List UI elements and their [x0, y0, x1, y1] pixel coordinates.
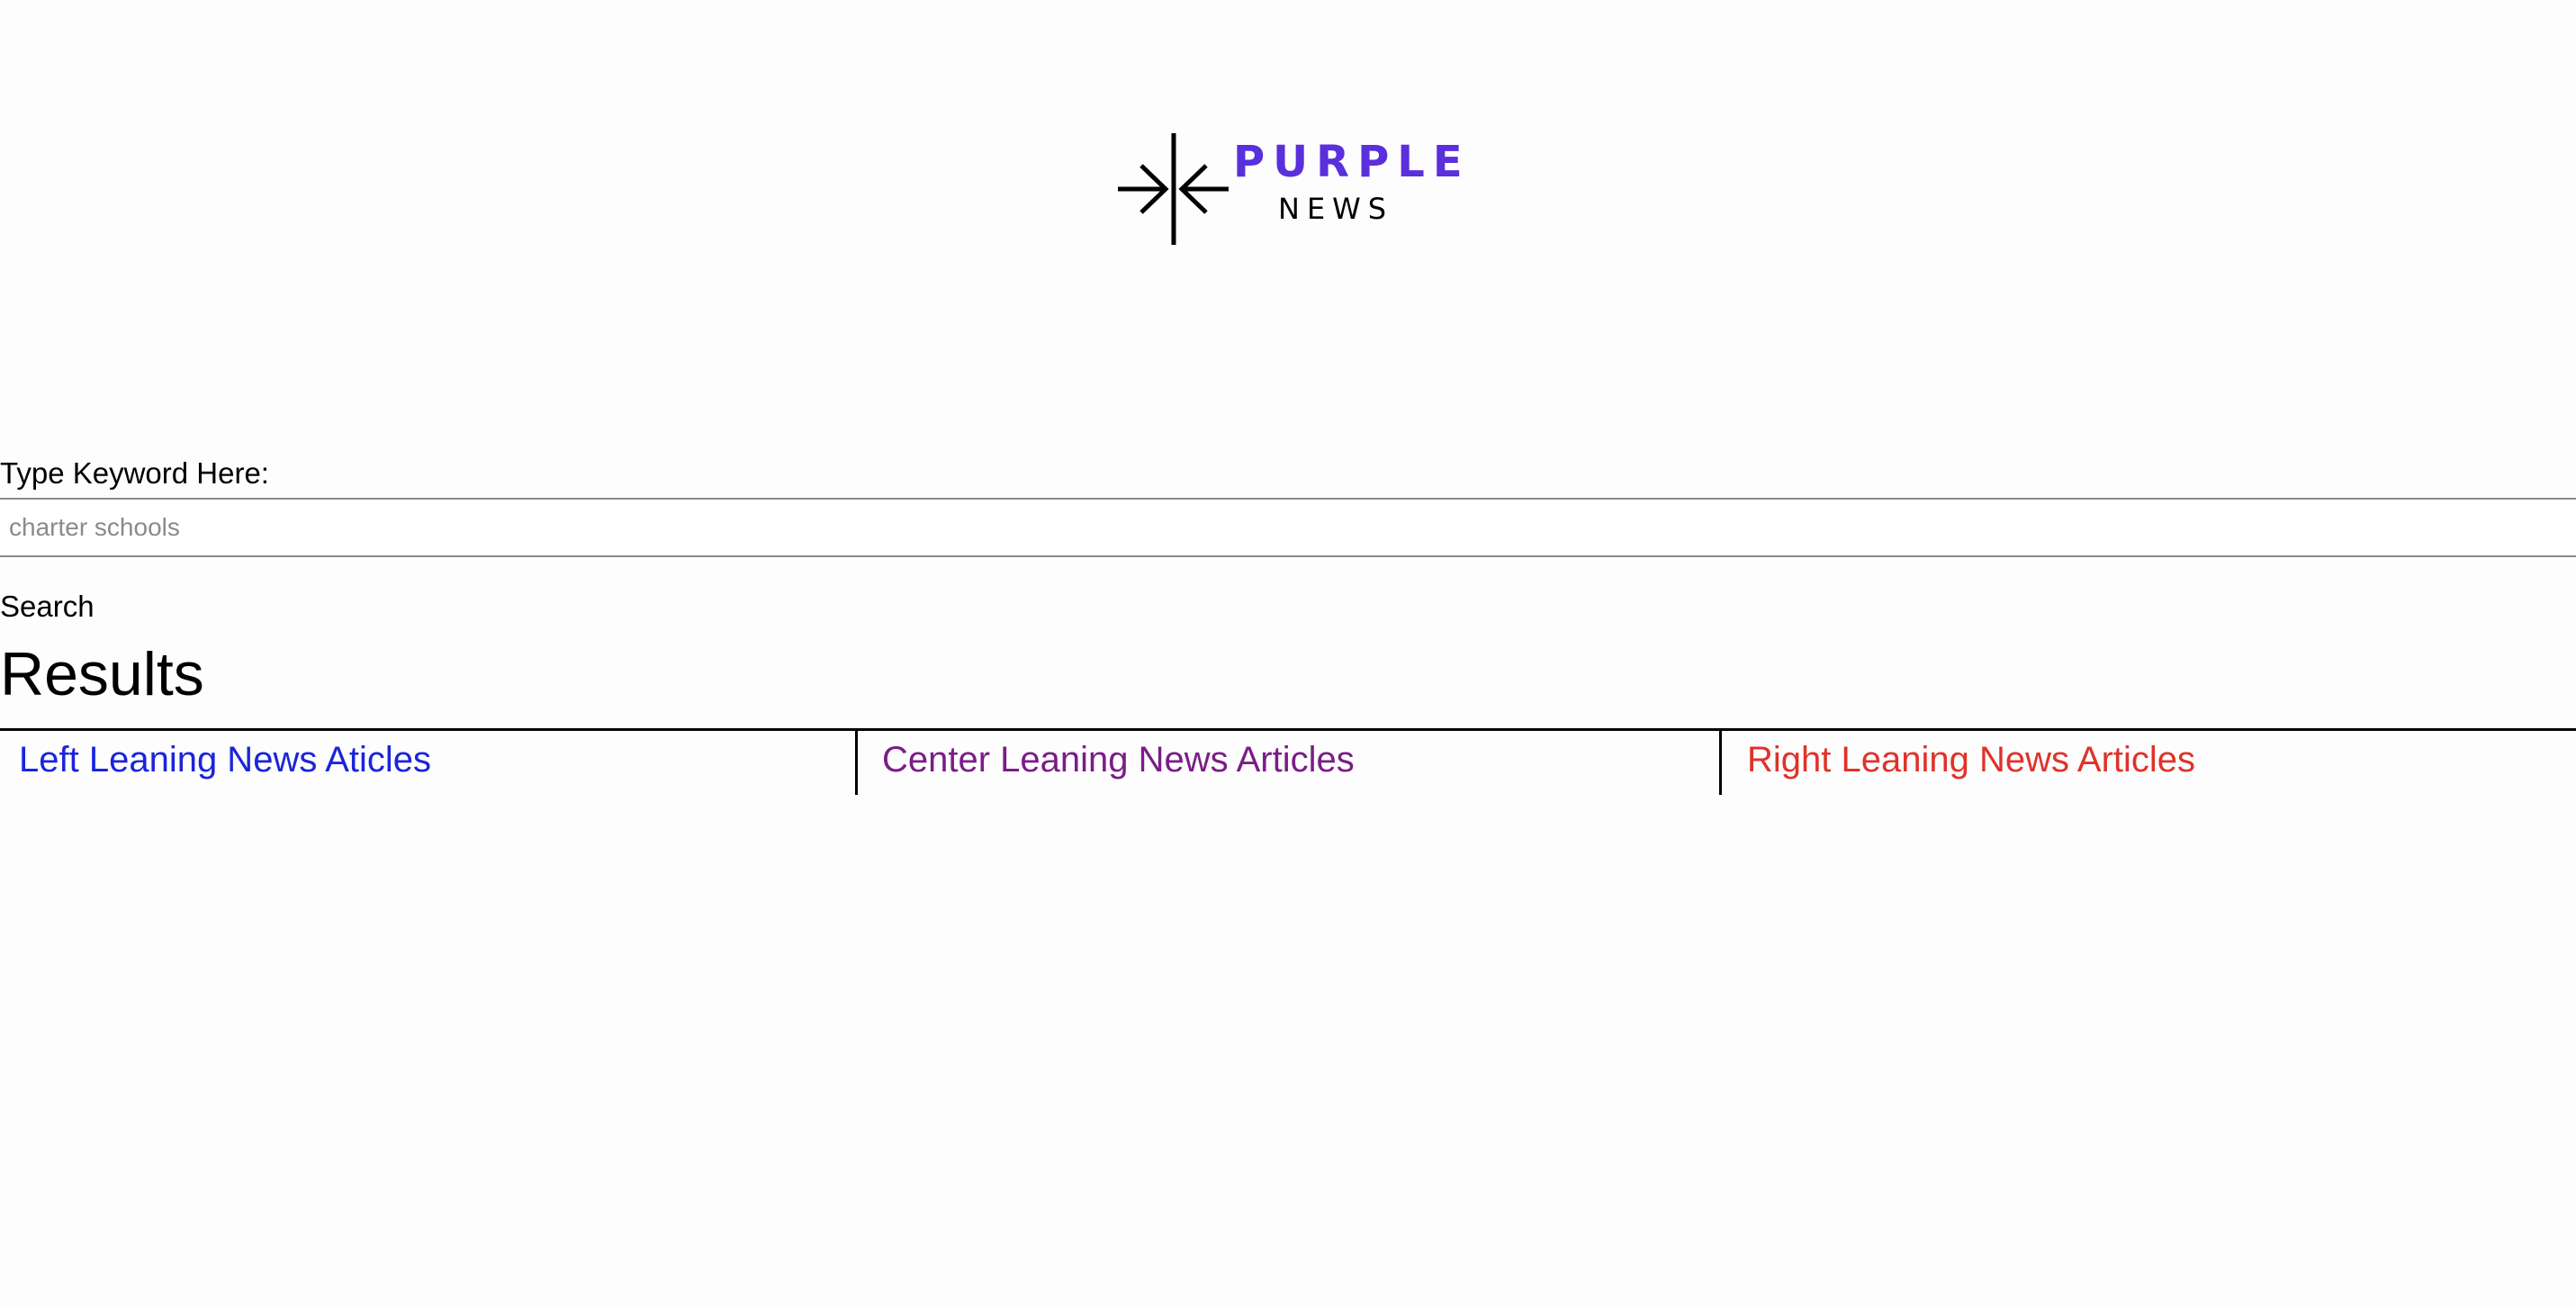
left-articles-header: Left Leaning News Aticles	[19, 740, 432, 780]
converge-arrows-icon	[1118, 133, 1229, 245]
left-articles-column: Left Leaning News Aticles	[0, 731, 858, 795]
keyword-label: Type Keyword Here:	[0, 456, 269, 490]
results-heading: Results	[0, 640, 204, 708]
center-articles-header: Center Leaning News Articles	[882, 740, 1355, 780]
results-table: Left Leaning News Aticles Center Leaning…	[0, 728, 2576, 795]
right-articles-column: Right Leaning News Articles	[1722, 731, 2576, 795]
logo-wordmark: PURPLE	[1233, 137, 1471, 187]
search-button[interactable]: Search	[0, 587, 95, 626]
keyword-input[interactable]	[0, 498, 2576, 557]
logo-subtitle: NEWS	[1278, 192, 1394, 226]
purple-news-logo: PURPLE NEWS	[1116, 131, 1463, 248]
page: PURPLE NEWS Type Keyword Here: Search Re…	[0, 0, 2576, 1307]
right-articles-header: Right Leaning News Articles	[1747, 740, 2196, 780]
center-articles-column: Center Leaning News Articles	[858, 731, 1722, 795]
